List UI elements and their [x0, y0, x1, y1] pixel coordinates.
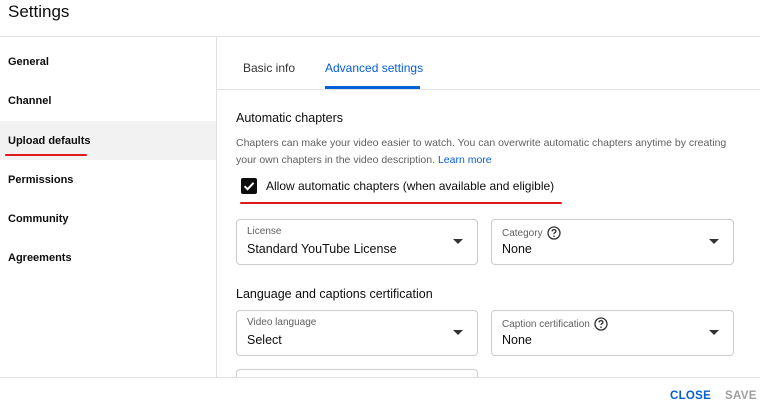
- tab-advanced-settings[interactable]: Advanced settings: [325, 61, 423, 75]
- save-button[interactable]: SAVE: [725, 390, 757, 402]
- license-label: License: [247, 226, 282, 237]
- caption-certification-label: Caption certification: [502, 318, 590, 330]
- help-circle-icon[interactable]: [546, 226, 561, 240]
- highlight-underline-upload-defaults: [5, 154, 87, 156]
- highlight-underline-checkbox: [240, 202, 562, 204]
- automatic-chapters-checkbox[interactable]: [241, 178, 257, 194]
- caption-certification-value: None: [502, 333, 532, 347]
- caption-certification-dropdown[interactable]: Caption certification None: [491, 310, 734, 356]
- category-dropdown[interactable]: Category None: [491, 219, 734, 265]
- close-button[interactable]: CLOSE: [670, 390, 711, 402]
- sidebar-item-channel[interactable]: Channel: [0, 81, 216, 120]
- category-label: Category: [502, 227, 543, 239]
- sidebar: General Channel Upload defaults Permissi…: [0, 37, 217, 377]
- caption-certification-label-row: Caption certification: [502, 317, 608, 331]
- caret-down-icon: [709, 239, 719, 244]
- license-dropdown[interactable]: License Standard YouTube License: [236, 219, 478, 265]
- video-language-label: Video language: [247, 317, 317, 328]
- caret-down-icon: [709, 330, 719, 335]
- sidebar-item-agreements[interactable]: Agreements: [0, 238, 216, 277]
- automatic-chapters-description: Chapters can make your video easier to w…: [236, 135, 736, 169]
- sidebar-item-permissions[interactable]: Permissions: [0, 160, 216, 199]
- sidebar-item-community[interactable]: Community: [0, 199, 216, 238]
- video-language-dropdown[interactable]: Video language Select: [236, 310, 478, 356]
- category-label-row: Category: [502, 226, 561, 240]
- caret-down-icon: [453, 239, 463, 244]
- footer-divider: [0, 377, 760, 378]
- category-value: None: [502, 242, 532, 256]
- tab-bar: Basic info Advanced settings: [217, 37, 760, 90]
- sidebar-item-general[interactable]: General: [0, 42, 216, 81]
- automatic-chapters-title: Automatic chapters: [236, 111, 343, 125]
- dialog-title: Settings: [8, 2, 70, 21]
- checkmark-icon: [243, 182, 255, 191]
- caret-down-icon: [453, 330, 463, 335]
- license-value: Standard YouTube License: [247, 242, 397, 256]
- help-circle-icon[interactable]: [594, 317, 608, 331]
- video-language-value: Select: [247, 333, 282, 347]
- automatic-chapters-checkbox-label[interactable]: Allow automatic chapters (when available…: [266, 179, 554, 193]
- language-captions-title: Language and captions certification: [236, 287, 433, 301]
- active-tab-indicator: [325, 86, 420, 89]
- learn-more-link[interactable]: Learn more: [438, 154, 492, 166]
- partial-field-next[interactable]: [236, 369, 478, 377]
- tab-basic-info[interactable]: Basic info: [243, 61, 295, 75]
